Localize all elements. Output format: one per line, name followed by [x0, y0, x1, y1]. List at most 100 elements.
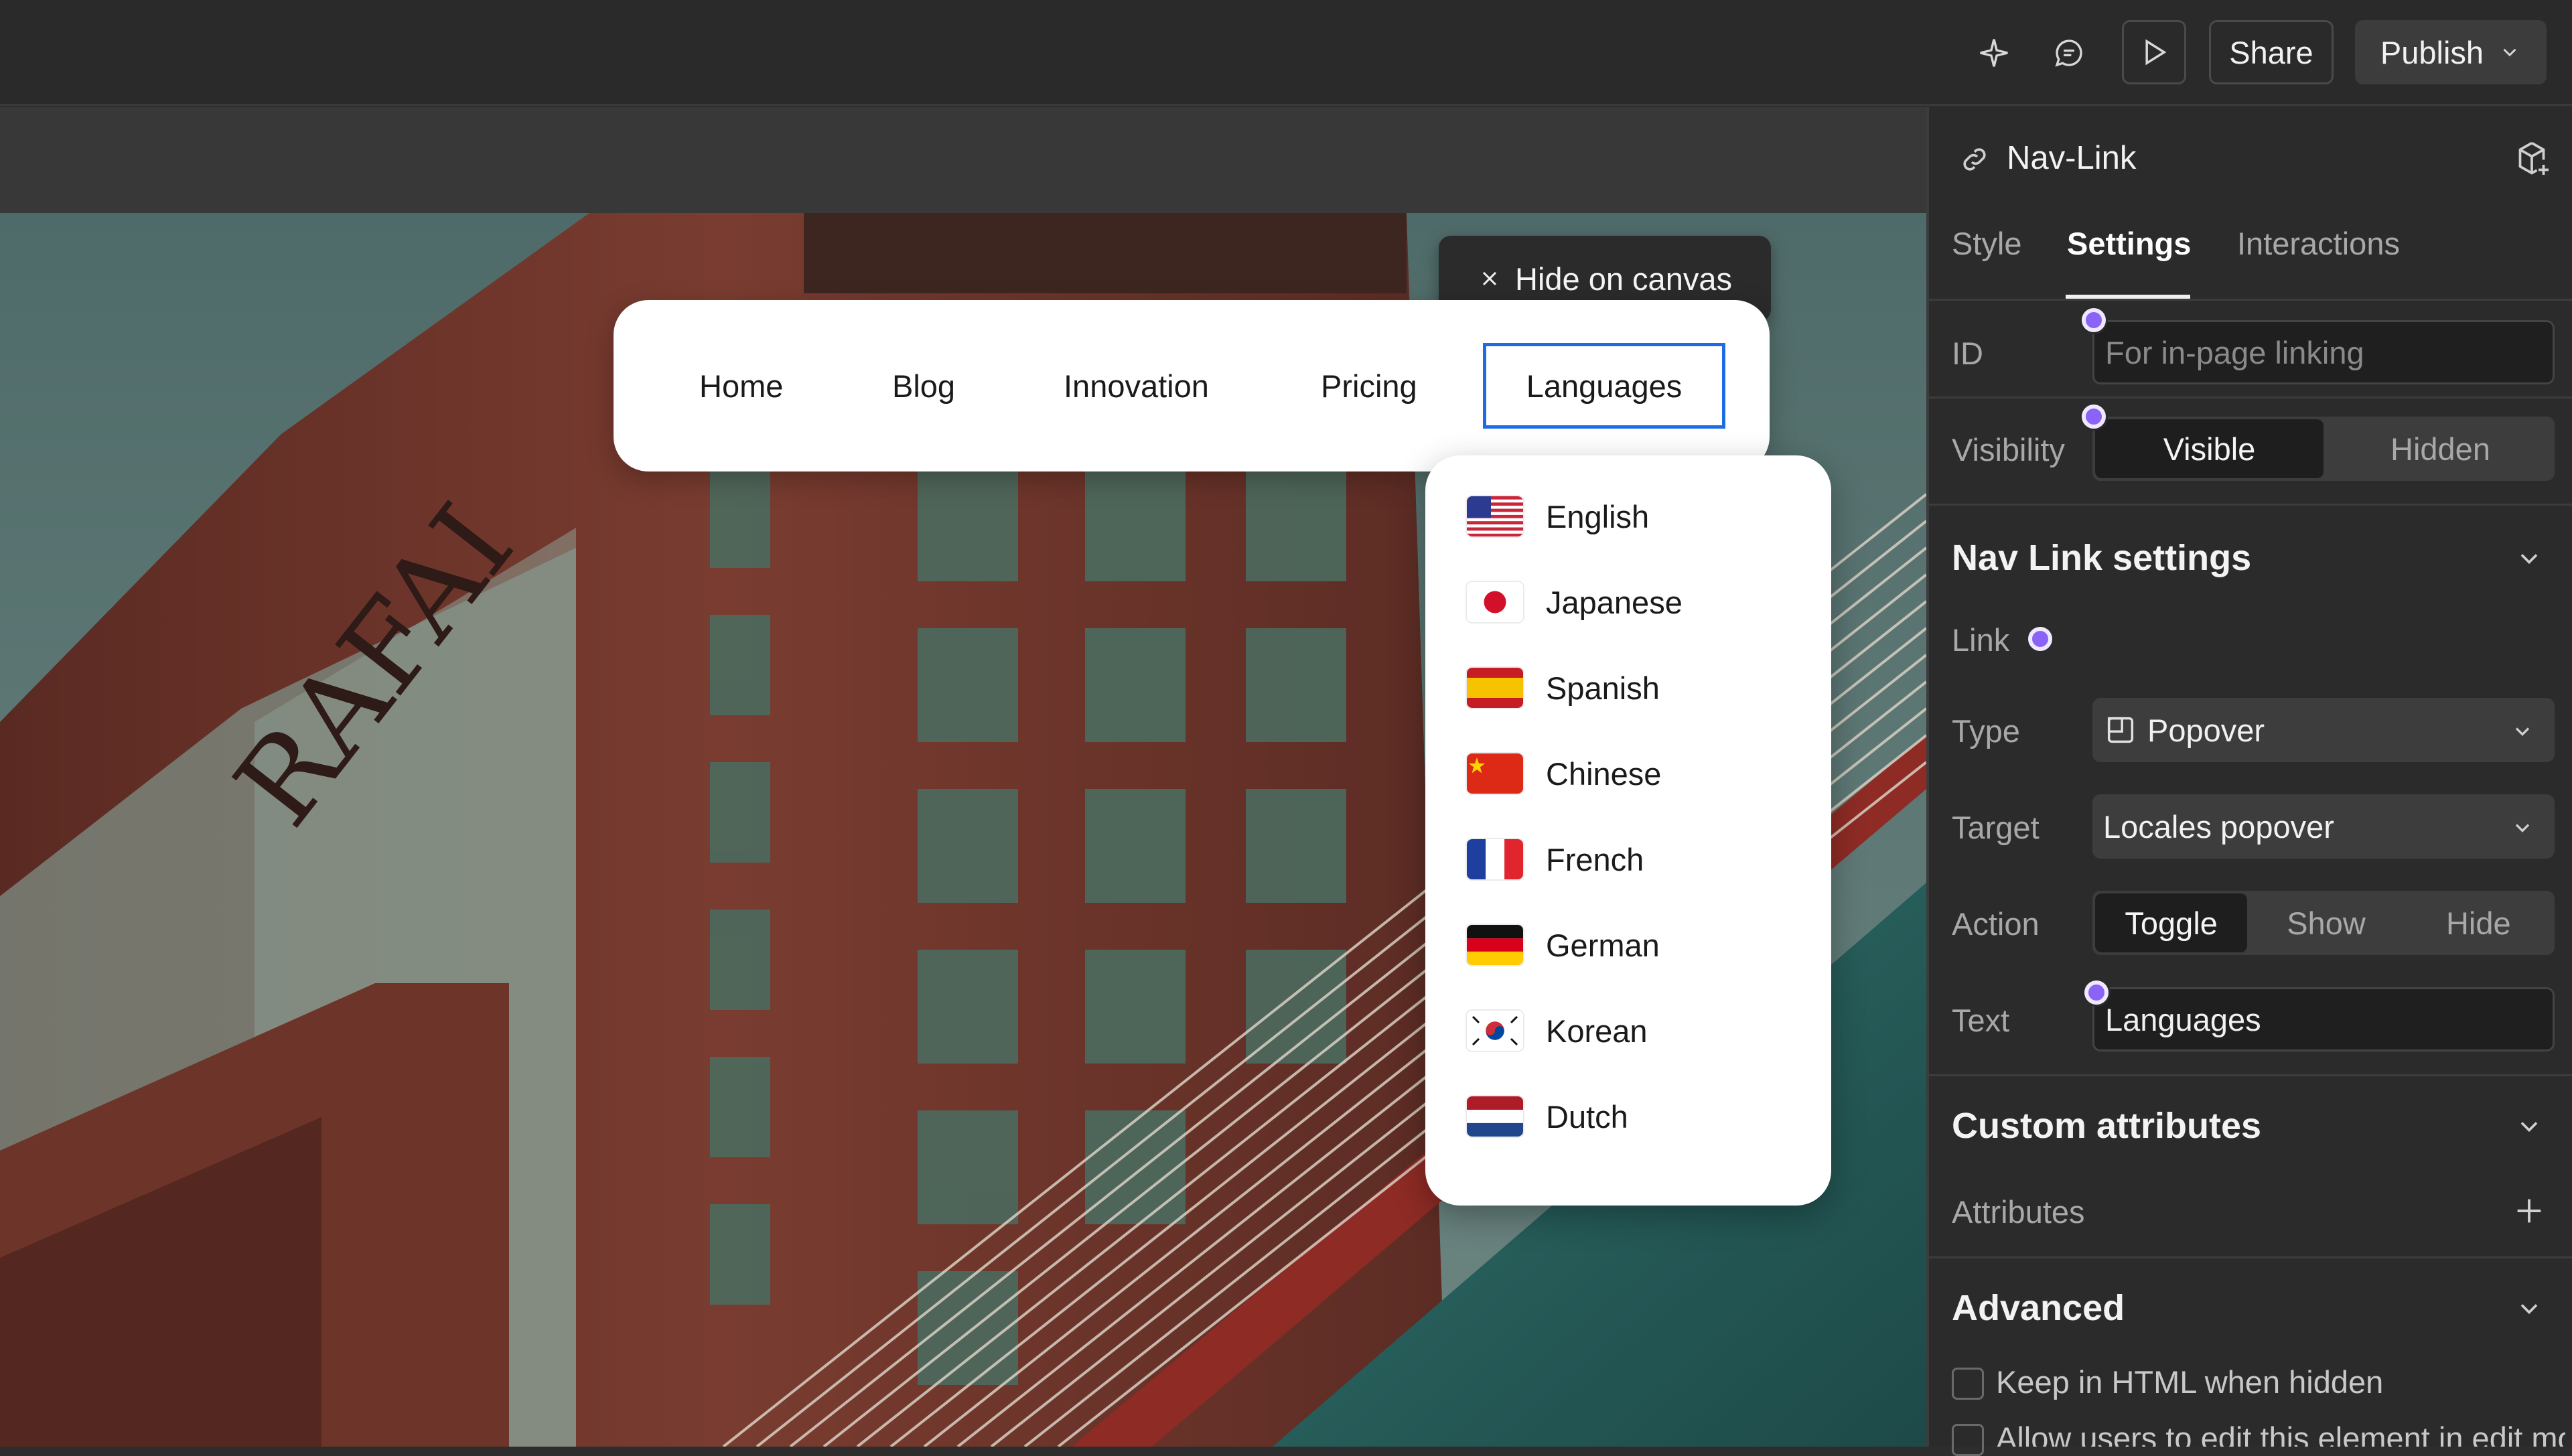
- text-input[interactable]: Languages: [2092, 987, 2555, 1051]
- share-label: Share: [2229, 34, 2313, 70]
- action-toggle: Toggle Show Hide: [2092, 891, 2555, 955]
- divider: [1929, 396, 2572, 398]
- language-option-french[interactable]: French: [1467, 822, 1802, 896]
- publish-button[interactable]: Publish: [2355, 20, 2547, 84]
- text-value: Languages: [2105, 1001, 2261, 1037]
- hide-on-canvas-label: Hide on canvas: [1515, 261, 1732, 297]
- play-icon: [2145, 39, 2167, 66]
- language-label: Japanese: [1546, 584, 1683, 620]
- visibility-toggle: Visible Hidden: [2092, 417, 2555, 481]
- nav-link-innovation[interactable]: Innovation: [1064, 300, 1209, 471]
- divider: [1929, 299, 2572, 301]
- element-name: Nav-Link: [2007, 140, 2137, 176]
- action-toggle-option[interactable]: Toggle: [2095, 893, 2248, 952]
- divider: [1929, 1074, 2572, 1076]
- binding-dot[interactable]: [2082, 308, 2106, 332]
- tab-interactions[interactable]: Interactions: [2237, 225, 2400, 262]
- netherlands-flag-icon: [1467, 1096, 1523, 1137]
- id-input[interactable]: For in-page linking: [2092, 320, 2555, 384]
- comment-icon[interactable]: [2044, 28, 2094, 78]
- type-value: Popover: [2147, 712, 2265, 748]
- nav-link-home[interactable]: Home: [699, 300, 783, 471]
- visibility-label: Visibility: [1952, 432, 2065, 467]
- target-value: Locales popover: [2103, 808, 2334, 845]
- nav-link-label: Blog: [892, 368, 956, 404]
- allow-edit-checkbox[interactable]: [1952, 1424, 1984, 1456]
- component-add-icon[interactable]: [2512, 138, 2552, 178]
- nav-link-languages[interactable]: Languages: [1483, 343, 1725, 429]
- type-select[interactable]: Popover: [2092, 698, 2555, 762]
- language-option-spanish[interactable]: Spanish: [1467, 651, 1802, 725]
- chevron-down-icon[interactable]: [2514, 1294, 2544, 1323]
- language-label: French: [1546, 841, 1644, 877]
- germany-flag-icon: [1467, 925, 1523, 965]
- language-label: German: [1546, 927, 1660, 963]
- chevron-down-icon: [2515, 824, 2530, 832]
- language-option-korean[interactable]: Korean: [1467, 994, 1802, 1068]
- binding-dot[interactable]: [2082, 405, 2106, 429]
- language-option-german[interactable]: German: [1467, 908, 1802, 982]
- language-label: Dutch: [1546, 1098, 1628, 1135]
- language-label: English: [1546, 498, 1650, 534]
- settings-panel: Nav-Link Style Settings Interactions ID …: [1926, 107, 2572, 1456]
- allow-edit-label: Allow users to edit this element in edit…: [1996, 1421, 2565, 1447]
- nav-link-settings-heading: Nav Link settings: [1952, 538, 2252, 578]
- visibility-hidden-option[interactable]: Hidden: [2326, 417, 2555, 481]
- divider: [1929, 1256, 2572, 1258]
- nav-link-label: Home: [699, 368, 784, 404]
- spain-flag-icon: [1467, 668, 1523, 708]
- tab-style[interactable]: Style: [1952, 225, 2022, 262]
- language-option-dutch[interactable]: Dutch: [1467, 1080, 1802, 1153]
- id-label: ID: [1952, 336, 1983, 371]
- close-icon: [1482, 271, 1497, 286]
- language-option-japanese[interactable]: Japanese: [1467, 565, 1802, 639]
- nav-link-blog[interactable]: Blog: [892, 300, 955, 471]
- nav-bar: Home Blog Innovation Pricing Languages: [614, 300, 1770, 471]
- design-canvas[interactable]: RAFAI Hide on canvas Home Blog Innovatio…: [0, 107, 1926, 1447]
- visibility-visible-option[interactable]: Visible: [2095, 419, 2324, 478]
- binding-dot[interactable]: [2028, 627, 2052, 651]
- chevron-down-icon[interactable]: [2514, 544, 2544, 573]
- text-label: Text: [1952, 1003, 2010, 1038]
- action-label: Action: [1952, 906, 2040, 942]
- type-label: Type: [1952, 713, 2020, 749]
- target-label: Target: [1952, 810, 2040, 845]
- action-hide-option[interactable]: Hide: [2403, 891, 2555, 955]
- advanced-heading: Advanced: [1952, 1288, 2125, 1328]
- chevron-down-icon[interactable]: [2514, 1112, 2544, 1141]
- keep-html-checkbox[interactable]: [1952, 1368, 1984, 1400]
- nav-link-pricing[interactable]: Pricing: [1321, 300, 1417, 471]
- nav-link-label: Innovation: [1064, 368, 1209, 404]
- publish-label: Publish: [2380, 34, 2484, 70]
- plus-icon[interactable]: [2512, 1193, 2547, 1228]
- action-show-option[interactable]: Show: [2250, 891, 2402, 955]
- chevron-down-icon: [2515, 727, 2530, 736]
- keep-html-label: Keep in HTML when hidden: [1996, 1364, 2384, 1400]
- tab-settings[interactable]: Settings: [2067, 225, 2191, 262]
- language-label: Chinese: [1546, 755, 1662, 792]
- popover-icon: [2107, 717, 2134, 743]
- attributes-label: Attributes: [1952, 1194, 2085, 1230]
- target-select[interactable]: Locales popover: [2092, 794, 2555, 859]
- sparkle-icon[interactable]: [1969, 28, 2019, 78]
- china-flag-icon: [1467, 753, 1523, 794]
- language-label: Korean: [1546, 1013, 1648, 1049]
- chevron-down-icon: [2503, 48, 2516, 57]
- custom-attributes-heading: Custom attributes: [1952, 1106, 2262, 1146]
- japan-flag-icon: [1467, 582, 1523, 622]
- top-toolbar: Share Publish: [0, 0, 2572, 106]
- us-flag-icon: [1467, 496, 1523, 536]
- language-option-chinese[interactable]: Chinese: [1467, 737, 1802, 810]
- binding-dot[interactable]: [2084, 980, 2109, 1005]
- divider: [1929, 504, 2572, 506]
- france-flag-icon: [1467, 839, 1523, 879]
- nav-link-label: Languages: [1526, 368, 1683, 404]
- link-icon: [1963, 148, 1986, 171]
- languages-popover: English Japanese Spanish Chinese French: [1425, 455, 1831, 1206]
- language-label: Spanish: [1546, 670, 1660, 706]
- share-button[interactable]: Share: [2209, 20, 2334, 84]
- preview-button[interactable]: [2122, 20, 2186, 84]
- korea-flag-icon: [1467, 1011, 1523, 1051]
- id-placeholder: For in-page linking: [2105, 334, 2364, 370]
- language-option-english[interactable]: English: [1467, 480, 1802, 553]
